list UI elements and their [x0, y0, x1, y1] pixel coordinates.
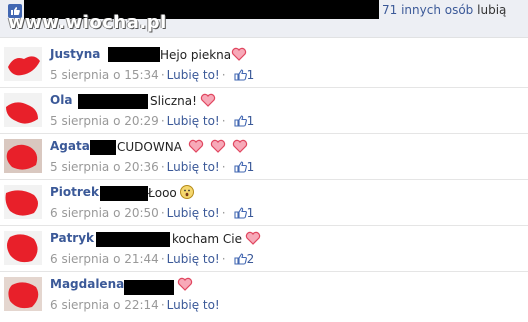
thumbs-up-icon: [234, 69, 247, 84]
comment-meta: 5 sierpnia o 20:29 · Lubię to! · 1: [50, 114, 255, 130]
like-link[interactable]: Lubię to!: [167, 252, 220, 266]
others-like-link[interactable]: 71 innych osób: [382, 3, 473, 17]
comment-author[interactable]: Magdalena: [50, 277, 124, 291]
avatar[interactable]: [4, 47, 42, 81]
heart-icon: [177, 277, 193, 291]
thumbs-up-icon: [234, 115, 247, 130]
redacted-surname: [78, 94, 148, 109]
heart-icon: [200, 93, 216, 107]
comment-timestamp[interactable]: 5 sierpnia o 15:34: [50, 68, 159, 82]
thumbs-up-icon: [234, 161, 247, 176]
redacted-surname: [96, 232, 170, 247]
comment-text: CUDOWNA: [117, 140, 182, 154]
comment-meta: 5 sierpnia o 20:36 · Lubię to! · 1: [50, 160, 255, 176]
comment-author[interactable]: Patryk: [50, 231, 94, 245]
comment-timestamp[interactable]: 5 sierpnia o 20:29: [50, 114, 159, 128]
comment: Piotrek Łooo 6 sierpnia o 20:50 · Lubię to…: [0, 180, 528, 226]
likes-suffix: lubią: [477, 3, 507, 17]
like-link[interactable]: Lubię to!: [167, 206, 220, 220]
avatar[interactable]: [4, 139, 42, 173]
like-link[interactable]: Lubię to!: [167, 298, 220, 312]
comment-meta: 6 sierpnia o 21:44 · Lubię to! · 2: [50, 252, 255, 268]
likes-summary: 71 innych osób lubią: [382, 3, 506, 17]
likes-bar: 71 innych osób lubią www.wiocha.pl: [0, 0, 528, 38]
like-link[interactable]: Lubię to!: [167, 114, 220, 128]
comment-text: Łooo: [148, 186, 177, 200]
comment: Magdalena 6 sierpnia o 22:14 · Lubię to!: [0, 272, 528, 318]
surprised-emoji-icon: [180, 185, 194, 199]
thumbs-up-icon: [234, 207, 247, 222]
like-count[interactable]: 1: [247, 160, 255, 174]
comment: Justyna Hejo piekna 5 sierpnia o 15:34 · L…: [0, 42, 528, 88]
watermark: www.wiocha.pl: [8, 12, 167, 33]
heart-icon: [245, 231, 261, 245]
comment-meta: 5 sierpnia o 15:34 · Lubię to! · 1: [50, 68, 255, 84]
like-count[interactable]: 1: [247, 68, 255, 82]
comment-text: Hejo piekna: [160, 48, 232, 62]
comment-meta: 6 sierpnia o 20:50 · Lubię to! · 1: [50, 206, 255, 222]
heart-icon: [188, 139, 204, 153]
avatar[interactable]: [4, 231, 42, 265]
avatar[interactable]: [4, 277, 42, 311]
comment-timestamp[interactable]: 5 sierpnia o 20:36: [50, 160, 159, 174]
comment-author[interactable]: Justyna: [50, 47, 100, 61]
heart-icon: [210, 139, 226, 153]
redacted-surname: [124, 280, 174, 295]
comment-author[interactable]: Agata: [50, 139, 90, 153]
comment-timestamp[interactable]: 6 sierpnia o 20:50: [50, 206, 159, 220]
comment-author[interactable]: Piotrek: [50, 185, 99, 199]
comment-timestamp[interactable]: 6 sierpnia o 22:14: [50, 298, 159, 312]
comment-text: kocham Cie: [172, 232, 243, 246]
thumbs-up-icon: [234, 253, 247, 268]
like-count[interactable]: 1: [247, 206, 255, 220]
comment-author[interactable]: Ola: [50, 93, 72, 107]
like-link[interactable]: Lubię to!: [167, 68, 220, 82]
comment-meta: 6 sierpnia o 22:14 · Lubię to!: [50, 298, 220, 312]
comment-timestamp[interactable]: 6 sierpnia o 21:44: [50, 252, 159, 266]
redacted-surname: [108, 47, 160, 62]
heart-icon: [232, 139, 248, 153]
avatar[interactable]: [4, 93, 42, 127]
like-count[interactable]: 1: [247, 114, 255, 128]
like-link[interactable]: Lubię to!: [167, 160, 220, 174]
like-count[interactable]: 2: [247, 252, 255, 266]
redacted-surname: [100, 186, 148, 201]
heart-icon: [231, 47, 247, 61]
comment: Agata CUDOWNA 5 sierpnia o 20:36 · Lubię t…: [0, 134, 528, 180]
comment: Ola Sliczna! 5 sierpnia o 20:29 · Lubię to…: [0, 88, 528, 134]
avatar[interactable]: [4, 185, 42, 219]
comment-text: Sliczna!: [150, 94, 197, 108]
redacted-surname: [90, 140, 116, 155]
comment: Patryk kocham Cie 6 sierpnia o 21:44 · Lub…: [0, 226, 528, 272]
